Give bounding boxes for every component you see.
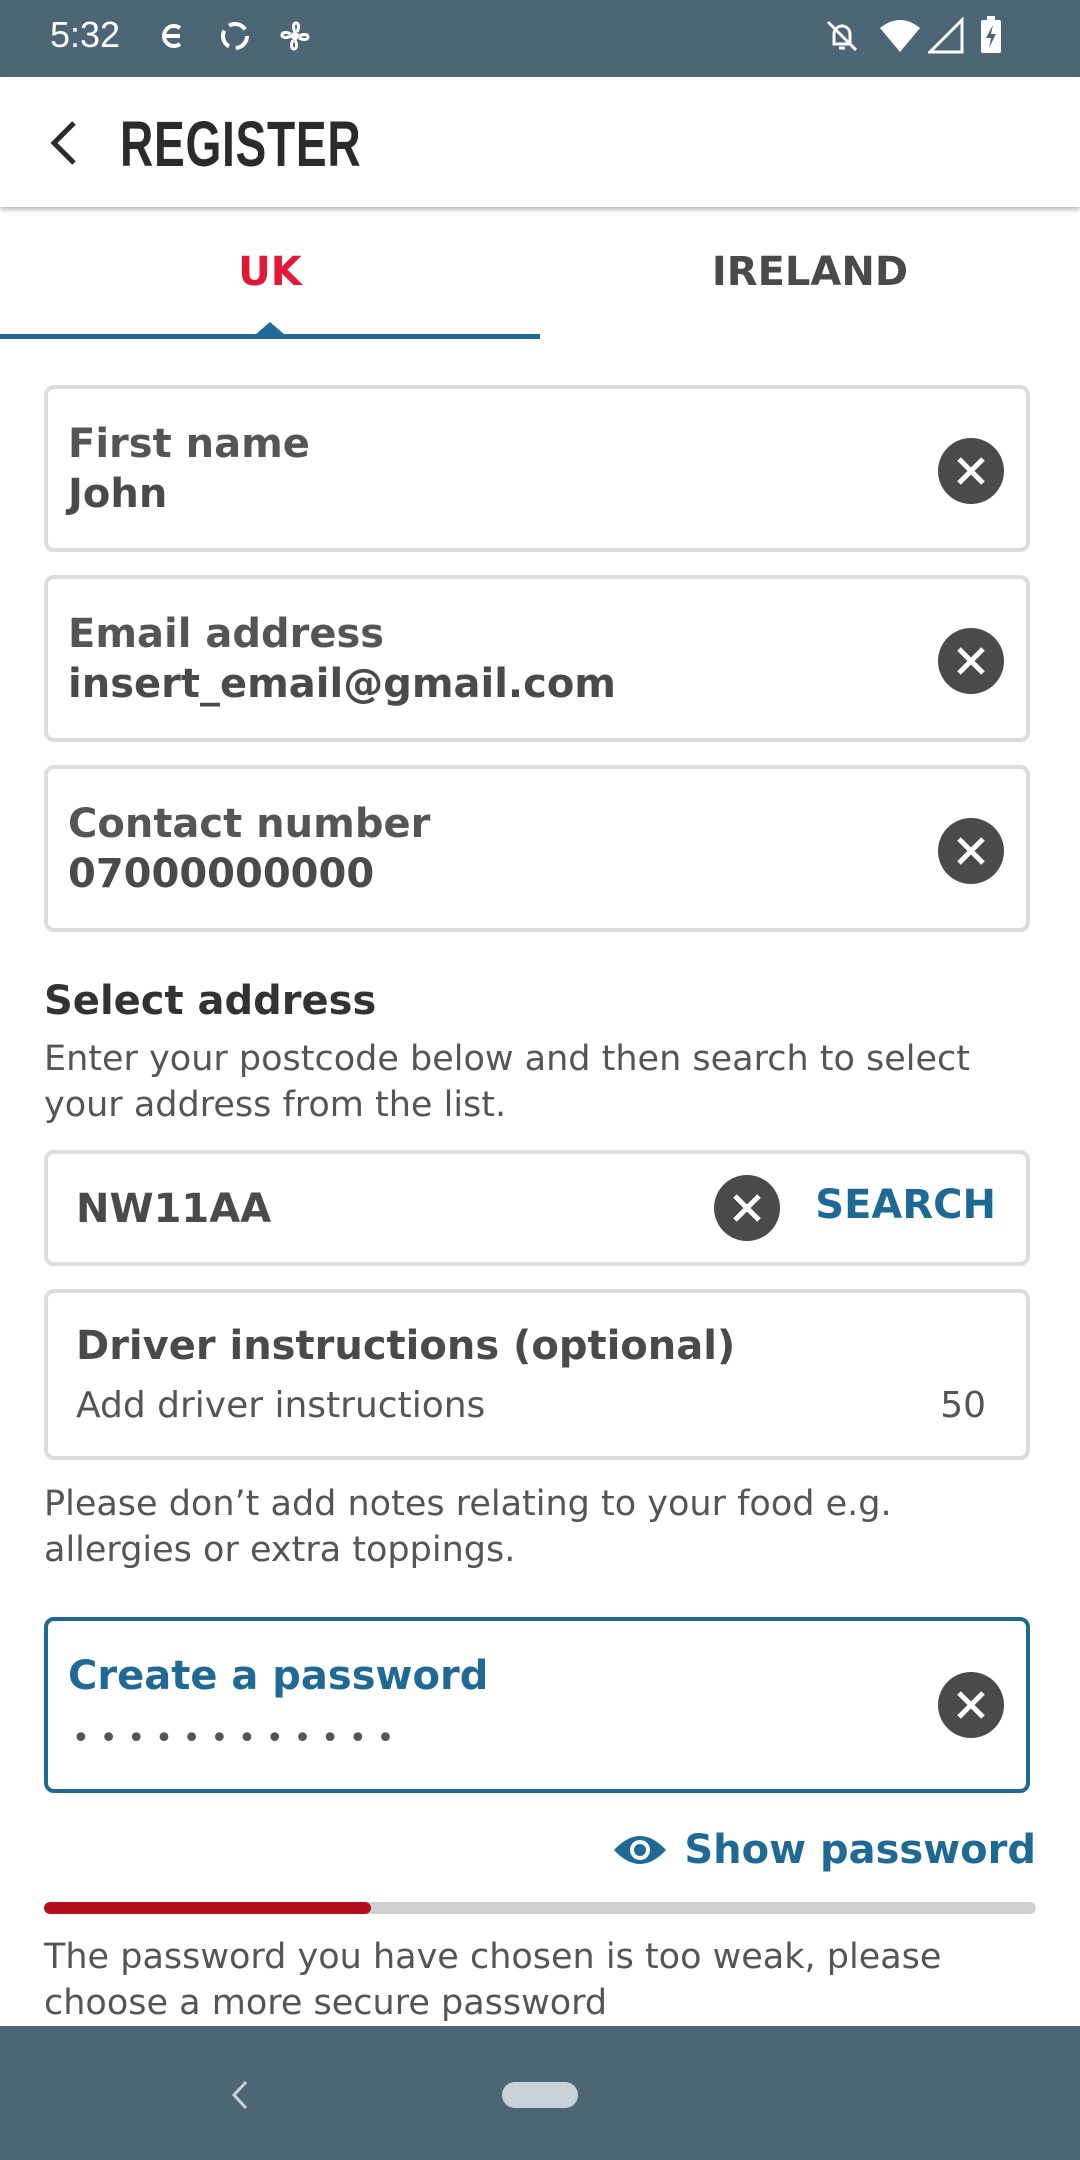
postcode-input[interactable]: NW11AA	[76, 1186, 271, 1232]
email-field[interactable]: Email address insert_email@gmail.com	[44, 575, 1030, 742]
password-strength-fill	[44, 1902, 372, 1914]
tab-indicator-caret	[255, 322, 285, 335]
notifications-off-icon	[822, 16, 862, 60]
nav-home-pill[interactable]	[502, 2082, 578, 2108]
clear-contact-icon[interactable]	[938, 818, 1004, 884]
fan-icon	[275, 16, 315, 60]
country-tabs: UK IRELAND	[0, 207, 1080, 339]
back-arrow-icon[interactable]	[40, 115, 90, 171]
contact-number-value[interactable]: 07000000000	[68, 851, 374, 897]
clear-postcode-icon[interactable]	[714, 1175, 780, 1241]
password-label: Create a password	[68, 1653, 489, 1699]
contact-number-field[interactable]: Contact number 07000000000	[44, 765, 1030, 932]
driver-instructions-input[interactable]: Add driver instructions	[76, 1385, 485, 1426]
select-address-title: Select address	[44, 978, 377, 1024]
clear-email-icon[interactable]	[938, 628, 1004, 694]
driver-instructions-field[interactable]: Driver instructions (optional) Add drive…	[44, 1289, 1030, 1460]
app-bar: REGISTER	[0, 77, 1080, 207]
cloud-sync-icon	[152, 16, 192, 60]
email-value[interactable]: insert_email@gmail.com	[68, 661, 616, 707]
battery-charging-icon	[978, 16, 1004, 60]
first-name-label: First name	[68, 421, 310, 467]
sync-icon	[215, 16, 255, 60]
clear-first-name-icon[interactable]	[938, 438, 1004, 504]
page-title: REGISTER	[120, 108, 362, 180]
tab-ireland[interactable]: IRELAND	[540, 207, 1080, 339]
email-label: Email address	[68, 611, 385, 657]
tab-uk[interactable]: UK	[0, 207, 540, 339]
contact-number-label: Contact number	[68, 801, 431, 847]
driver-instructions-label: Driver instructions (optional)	[76, 1323, 736, 1369]
password-field[interactable]: Create a password ••••••••••••	[44, 1617, 1030, 1793]
password-strength-message: The password you have chosen is too weak…	[44, 1937, 942, 2023]
status-bar: 5:32	[0, 0, 1080, 77]
cellular-signal-icon	[926, 16, 964, 60]
show-password-button[interactable]: Show password	[612, 1822, 1036, 1878]
nav-back-icon[interactable]	[228, 2078, 252, 2116]
first-name-value[interactable]: John	[68, 471, 167, 517]
first-name-field[interactable]: First name John	[44, 385, 1030, 552]
address-help-text: Enter your postcode below and then searc…	[44, 1039, 971, 1125]
search-button[interactable]: SEARCH	[815, 1182, 996, 1228]
character-counter: 50	[940, 1385, 986, 1426]
password-strength-bar	[44, 1902, 1036, 1914]
eye-icon	[612, 1830, 668, 1870]
password-input[interactable]: ••••••••••••	[72, 1721, 404, 1756]
status-time: 5:32	[50, 14, 121, 55]
driver-help-text: Please don’t add notes relating to your …	[44, 1484, 892, 1570]
system-nav-bar	[0, 2026, 1080, 2160]
clear-password-icon[interactable]	[938, 1672, 1004, 1738]
wifi-icon	[878, 16, 922, 60]
show-password-label: Show password	[684, 1827, 1036, 1873]
postcode-field[interactable]: NW11AA SEARCH	[44, 1150, 1030, 1266]
